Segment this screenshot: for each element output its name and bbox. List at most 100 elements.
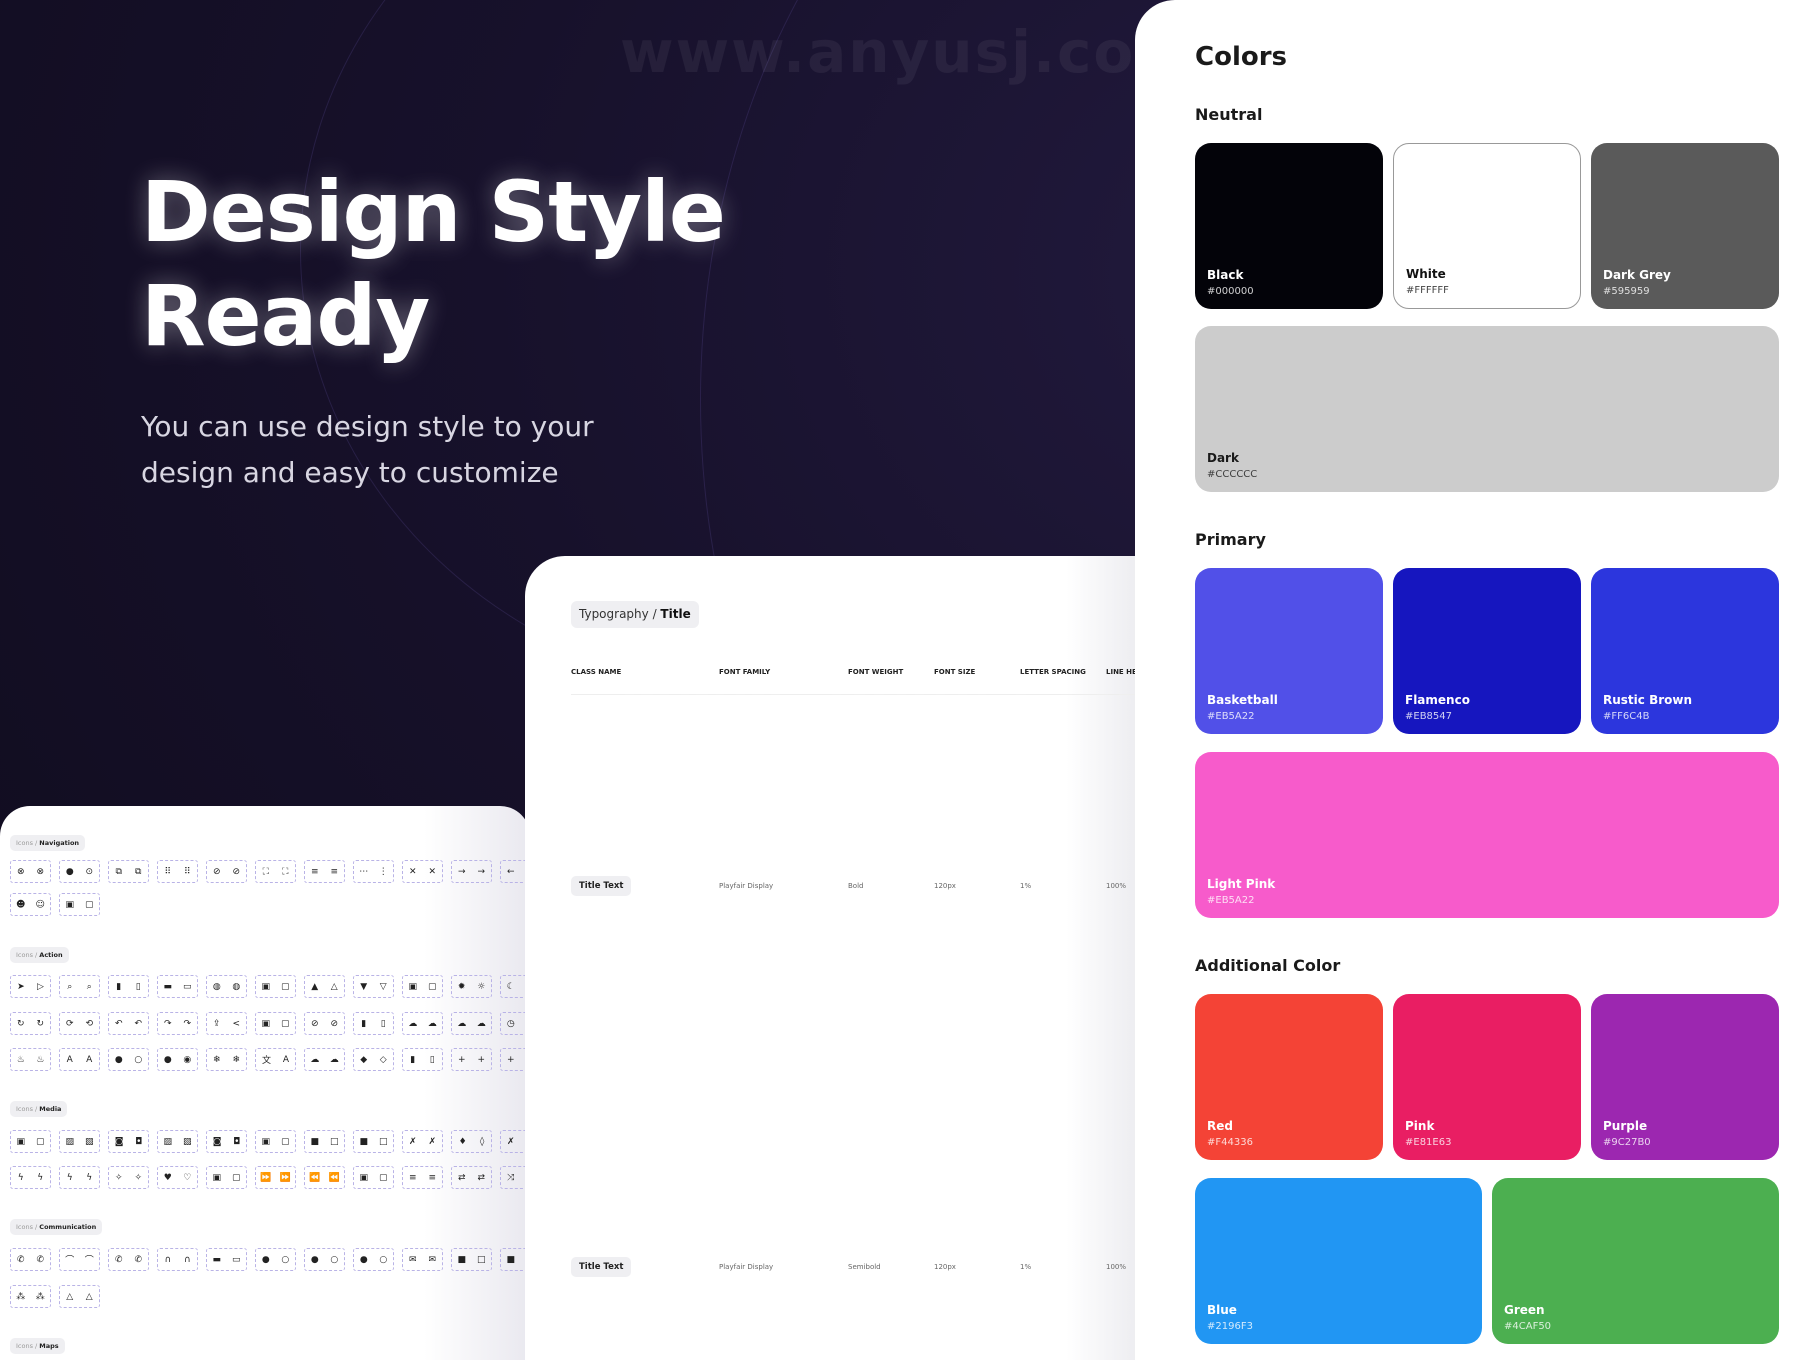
icon-group-headset[interactable]: ∩ ∩ bbox=[157, 1248, 198, 1271]
icon-group-mic-off[interactable]: ✗ ✗ bbox=[402, 1130, 443, 1153]
swatch-blue[interactable]: Blue #2196F3 bbox=[1195, 1178, 1482, 1344]
translate-outline-icon: A bbox=[282, 1054, 290, 1065]
icon-group-camera[interactable]: ◙ ◘ bbox=[108, 1130, 149, 1153]
swatch-white[interactable]: White #FFFFFF bbox=[1393, 143, 1581, 309]
icon-group-call-end[interactable]: ⌒ ⌒ bbox=[59, 1248, 100, 1271]
icon-group-video[interactable]: ■ □ bbox=[304, 1130, 345, 1153]
icon-group-playlist-add[interactable]: ≡ ≡ bbox=[402, 1166, 443, 1189]
icon-group-image-off[interactable]: ▨ ▧ bbox=[59, 1130, 100, 1153]
icon-group-leaf[interactable]: ◆ ◇ bbox=[353, 1048, 394, 1071]
swatch-basketball[interactable]: Basketball #EB5A22 bbox=[1195, 568, 1383, 734]
icon-group-search[interactable]: ⌕ ⌕ bbox=[59, 975, 100, 998]
icon-group-whatsapp[interactable]: ● ○ bbox=[304, 1248, 345, 1271]
swatch-flamenco[interactable]: Flamenco #EB8547 bbox=[1393, 568, 1581, 734]
icon-group-user-add[interactable]: + + bbox=[451, 1048, 492, 1071]
swatch-purple[interactable]: Purple #9C27B0 bbox=[1591, 994, 1779, 1160]
swatch-light-pink[interactable]: Light Pink #EB5A22 bbox=[1195, 752, 1779, 918]
icon-group-exit[interactable]: ▮ ▯ bbox=[402, 1048, 443, 1071]
icon-group-picture-in-picture[interactable]: ▣ ▢ bbox=[353, 1166, 394, 1189]
icon-group-snowflake[interactable]: ❄ ❄ bbox=[206, 1048, 247, 1071]
icon-group-contact-pin[interactable]: △ △ bbox=[59, 1285, 100, 1308]
icon-group-subtitles[interactable]: ▣ ▢ bbox=[206, 1166, 247, 1189]
icon-group-image[interactable]: ▣ ▢ bbox=[10, 1130, 51, 1153]
icon-group-send[interactable]: ➤ ▷ bbox=[10, 975, 51, 998]
undo-outline-icon: ↶ bbox=[134, 1018, 143, 1029]
grid-outline-icon: ⠿ bbox=[183, 866, 191, 877]
icon-group-heart[interactable]: ♥ ♡ bbox=[157, 1166, 198, 1189]
send-filled-icon: ➤ bbox=[17, 981, 25, 992]
icon-group-phone[interactable]: ✆ ✆ bbox=[10, 1248, 51, 1271]
icon-group-emoji[interactable]: ☻ ☺ bbox=[10, 893, 51, 916]
swatch-rustic-brown[interactable]: Rustic Brown #FF6C4B bbox=[1591, 568, 1779, 734]
icon-group-video-off[interactable]: ■ □ bbox=[353, 1130, 394, 1153]
icon-group-flash-off[interactable]: ϟϟ bbox=[59, 1166, 100, 1189]
icon-group-drop[interactable]: ● ○ bbox=[108, 1048, 149, 1071]
icon-group-cloud-download[interactable]: ☁ ☁ bbox=[304, 1048, 345, 1071]
swatch-red[interactable]: Red #F44336 bbox=[1195, 994, 1383, 1160]
monitor-filled-icon: ▬ bbox=[163, 981, 172, 992]
icon-group-inbox[interactable]: ▬ ▭ bbox=[206, 1248, 247, 1271]
external-link-filled-icon: ⧉ bbox=[115, 866, 122, 877]
icon-group-grid[interactable]: ⠿ ⠿ bbox=[157, 860, 198, 883]
icon-group-mic[interactable]: ♦ ◊ bbox=[451, 1130, 492, 1153]
icon-group-thumb-up[interactable]: ▲ △ bbox=[304, 975, 345, 998]
icon-group-magic-wand[interactable]: ✧ ✧ bbox=[108, 1166, 149, 1189]
icon-group-sync[interactable]: ⟳ ⟲ bbox=[59, 1012, 100, 1035]
icon-group-sun[interactable]: ✹ ☼ bbox=[451, 975, 492, 998]
icon-group-file-add[interactable]: ▮ ▯ bbox=[353, 1012, 394, 1035]
icon-group-mail[interactable]: ✉ ✉ bbox=[402, 1248, 443, 1271]
icon-group-calendar[interactable]: ▣ ▢ bbox=[255, 975, 296, 998]
icon-group-chevron-circle[interactable]: ● ⊙ bbox=[59, 860, 100, 883]
icon-group-trash[interactable]: ▮ ▯ bbox=[108, 975, 149, 998]
icon-group-arrow-right[interactable]: → → bbox=[451, 860, 492, 883]
icon-group-undo[interactable]: ↶ ↶ bbox=[108, 1012, 149, 1035]
icon-group-redo[interactable]: ↷ ↷ bbox=[157, 1012, 198, 1035]
icon-group-translate[interactable]: 文A bbox=[255, 1048, 296, 1071]
icon-group-globe[interactable]: ◍ ◍ bbox=[206, 975, 247, 998]
icon-group-fullscreen[interactable]: ⛶ ⛶ bbox=[255, 860, 296, 883]
icon-group-more[interactable]: ⋯ ⋮ bbox=[353, 860, 394, 883]
icon-group-close-circle[interactable]: ⊗ ⊗ bbox=[10, 860, 51, 883]
swatch-dark[interactable]: Dark #CCCCCC bbox=[1195, 326, 1779, 492]
playlist-add-filled-icon: ≡ bbox=[408, 1172, 417, 1183]
icon-group-telegram[interactable]: ● ○ bbox=[353, 1248, 394, 1271]
shuffle-filled-icon: ⤨ bbox=[507, 1172, 515, 1183]
icon-group-share[interactable]: ⇪ < bbox=[206, 1012, 247, 1035]
icon-group-monitor[interactable]: ▬ ▭ bbox=[157, 975, 198, 998]
swatch-pink[interactable]: Pink #E81E63 bbox=[1393, 994, 1581, 1160]
sun-outline-icon: ☼ bbox=[477, 981, 486, 992]
video-filled-icon: ■ bbox=[310, 1136, 319, 1147]
icon-group-contact[interactable]: ▣ ▢ bbox=[255, 1012, 296, 1035]
icon-group-group[interactable]: ⁂ ⁂ bbox=[10, 1285, 51, 1308]
icon-group-thumb-down[interactable]: ▼ ▽ bbox=[353, 975, 394, 998]
icon-group-fast-forward[interactable]: ⏩ ⏩ bbox=[255, 1166, 296, 1189]
swatch-green[interactable]: Green #4CAF50 bbox=[1492, 1178, 1779, 1344]
icon-group-refresh[interactable]: ↻ ↻ bbox=[10, 1012, 51, 1035]
swatch-dark-grey[interactable]: Dark Grey #595959 bbox=[1591, 143, 1779, 309]
swatch-black[interactable]: Black #000000 bbox=[1195, 143, 1383, 309]
icon-group-flash[interactable]: ϟϟ bbox=[10, 1166, 51, 1189]
icon-group-cloud-off[interactable]: ☁ ☁ bbox=[451, 1012, 492, 1035]
icon-group-camera-off[interactable]: ▨ ▧ bbox=[157, 1130, 198, 1153]
icon-group-screen-share[interactable]: ▣ ▢ bbox=[402, 975, 443, 998]
icon-group-apple[interactable]: ● ○ bbox=[255, 1248, 296, 1271]
translate-filled-icon: 文 bbox=[261, 1056, 271, 1066]
icon-group-external-link[interactable]: ⧉ ⧉ bbox=[108, 860, 149, 883]
telegram-outline-icon: ○ bbox=[379, 1254, 388, 1265]
image-off-outline-icon: ▧ bbox=[84, 1136, 94, 1147]
icon-group-rewind[interactable]: ⏪ ⏪ bbox=[304, 1166, 345, 1189]
icon-group-camera-roll[interactable]: ▣ ▢ bbox=[255, 1130, 296, 1153]
icon-group-menu[interactable]: ≡ ≡ bbox=[304, 860, 345, 883]
icon-group-text-box[interactable]: AA bbox=[59, 1048, 100, 1071]
icon-group-cloud-upload[interactable]: ☁ ☁ bbox=[402, 1012, 443, 1035]
icon-group-fire[interactable]: ♨ ♨ bbox=[10, 1048, 51, 1071]
icon-group-call-add[interactable]: ✆ ✆ bbox=[108, 1248, 149, 1271]
icon-group-rotate[interactable]: ⊘ ⊘ bbox=[206, 860, 247, 883]
icon-group-camera-switch[interactable]: ◙ ◘ bbox=[206, 1130, 247, 1153]
icon-group-info[interactable]: ● ◉ bbox=[157, 1048, 198, 1071]
icon-group-repeat[interactable]: ⇄ ⇄ bbox=[451, 1166, 492, 1189]
icon-group-image-frame[interactable]: ▣ ▢ bbox=[59, 893, 100, 916]
icon-group-chat-add[interactable]: ■ □ bbox=[451, 1248, 492, 1271]
icon-group-block[interactable]: ⊘ ⊘ bbox=[304, 1012, 345, 1035]
icon-group-close[interactable]: ✕ ✕ bbox=[402, 860, 443, 883]
